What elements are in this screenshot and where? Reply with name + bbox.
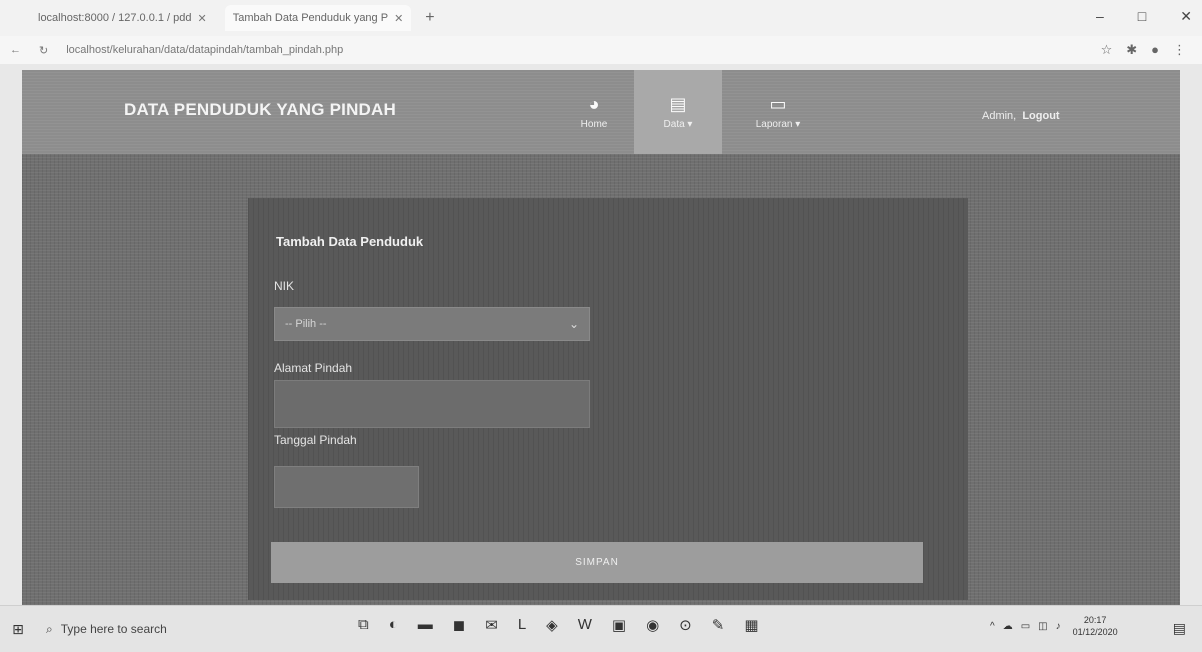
battery-icon[interactable]: ▭ bbox=[1021, 621, 1030, 632]
laptop-icon: ▭ bbox=[769, 93, 787, 114]
taskbar: ⊞ ⌕ Type here to search ⧉ ◐ ▬ ◼ ✉ L ◈ W … bbox=[0, 605, 1202, 652]
nav-home[interactable]: ◕ Home bbox=[550, 70, 638, 154]
windows-start-icon[interactable]: ⊞ bbox=[0, 621, 36, 638]
paint-icon[interactable]: ✎ bbox=[712, 616, 725, 634]
clock-date: 01/12/2020 bbox=[1072, 627, 1118, 637]
tanggal-pindah-label: Tanggal Pindah bbox=[274, 433, 357, 447]
close-tab-icon[interactable]: ✕ bbox=[394, 12, 403, 25]
address-bar-actions: ☆ ✱ ● ⋮ bbox=[1101, 42, 1186, 58]
media-icon[interactable]: ⊙ bbox=[679, 616, 692, 634]
store-icon[interactable]: ◼ bbox=[453, 616, 465, 634]
extension-icon[interactable]: ✱ bbox=[1126, 42, 1137, 58]
cloud-icon[interactable]: ☁ bbox=[1003, 621, 1013, 632]
shield-app-icon[interactable]: ◈ bbox=[546, 616, 558, 634]
profile-icon[interactable]: ● bbox=[1151, 42, 1159, 58]
maximize-button[interactable]: □ bbox=[1138, 8, 1146, 25]
logout-link[interactable]: Logout bbox=[1022, 110, 1059, 122]
image-app-icon[interactable]: ▣ bbox=[612, 616, 626, 634]
address-bar: ← ↻ localhost/kelurahan/data/datapindah/… bbox=[0, 36, 1202, 64]
task-view-icon[interactable]: ⧉ bbox=[358, 616, 369, 634]
nav-home-label: Home bbox=[580, 118, 608, 130]
reload-icon[interactable]: ↻ bbox=[39, 44, 48, 57]
browser-tab-phpmyadmin[interactable]: localhost:8000 / 127.0.0.1 / pdd ✕ bbox=[30, 5, 215, 31]
nav-laporan[interactable]: ▭ Laporan ▾ bbox=[728, 70, 828, 154]
alamat-pindah-label: Alamat Pindah bbox=[274, 361, 353, 375]
word-icon[interactable]: W bbox=[578, 616, 592, 634]
user-name: Admin, bbox=[982, 110, 1017, 122]
form-title: Tambah Data Penduduk bbox=[276, 234, 424, 249]
nik-select[interactable]: -- Pilih -- ⌄ bbox=[274, 307, 590, 341]
nav-data-label: Data ▾ bbox=[663, 118, 693, 130]
show-hidden-icon[interactable]: ^ bbox=[990, 621, 995, 632]
star-icon[interactable]: ☆ bbox=[1101, 42, 1113, 58]
taskbar-search[interactable]: ⌕ Type here to search bbox=[36, 611, 336, 647]
simpan-button[interactable]: SIMPAN bbox=[271, 542, 923, 583]
new-tab-button[interactable]: + bbox=[425, 9, 434, 27]
browser-tab-active[interactable]: Tambah Data Penduduk yang P ✕ bbox=[224, 5, 412, 31]
page-content: DATA PENDUDUK YANG PINDAH ◕ Home ▤ Data … bbox=[22, 70, 1180, 605]
system-tray: ^ ☁ ▭ ◫ ♪ 20:17 01/12/2020 bbox=[990, 614, 1118, 638]
photos-icon[interactable]: ▦ bbox=[744, 616, 758, 634]
tab-title: Tambah Data Penduduk yang P bbox=[232, 12, 389, 24]
l-app-icon[interactable]: L bbox=[518, 616, 526, 634]
nik-label: NIK bbox=[274, 279, 295, 293]
minimize-button[interactable]: – bbox=[1096, 8, 1104, 25]
top-navbar: DATA PENDUDUK YANG PINDAH ◕ Home ▤ Data … bbox=[22, 70, 1180, 154]
back-icon[interactable]: ← bbox=[10, 44, 21, 56]
tanggal-pindah-input[interactable] bbox=[274, 466, 419, 508]
alamat-pindah-input[interactable] bbox=[274, 380, 590, 428]
form-card: Tambah Data Penduduk NIK -- Pilih -- ⌄ A… bbox=[248, 198, 968, 600]
menu-icon[interactable]: ⋮ bbox=[1173, 42, 1186, 58]
edge-icon[interactable]: ◐ bbox=[389, 616, 398, 634]
chrome-icon[interactable]: ◉ bbox=[646, 616, 659, 634]
brand-title: DATA PENDUDUK YANG PINDAH bbox=[124, 100, 396, 119]
tab-title: localhost:8000 / 127.0.0.1 / pdd bbox=[38, 12, 192, 24]
file-icon: ▤ bbox=[669, 93, 687, 114]
taskbar-apps: ⧉ ◐ ▬ ◼ ✉ L ◈ W ▣ ◉ ⊙ ✎ ▦ bbox=[358, 616, 759, 634]
dashboard-icon: ◕ bbox=[588, 93, 600, 114]
nav-data[interactable]: ▤ Data ▾ bbox=[634, 70, 722, 154]
close-window-button[interactable]: ✕ bbox=[1180, 8, 1192, 25]
chevron-down-icon: ⌄ bbox=[568, 317, 579, 331]
notification-icon[interactable]: ▤ bbox=[1173, 620, 1186, 637]
search-icon: ⌕ bbox=[46, 621, 53, 636]
network-icon[interactable]: ◫ bbox=[1038, 621, 1047, 632]
nik-select-value: -- Pilih -- bbox=[285, 318, 327, 330]
user-info: Admin, Logout bbox=[982, 110, 1060, 122]
browser-tab-strip: localhost:8000 / 127.0.0.1 / pdd ✕ Tamba… bbox=[0, 0, 1202, 36]
mail-icon[interactable]: ✉ bbox=[485, 616, 498, 634]
clock-time: 20:17 bbox=[1083, 615, 1107, 625]
volume-icon[interactable]: ♪ bbox=[1056, 621, 1061, 632]
taskbar-search-placeholder: Type here to search bbox=[60, 622, 167, 636]
nav-laporan-label: Laporan ▾ bbox=[755, 118, 801, 130]
file-explorer-icon[interactable]: ▬ bbox=[418, 616, 433, 634]
close-tab-icon[interactable]: ✕ bbox=[198, 12, 207, 25]
clock[interactable]: 20:17 01/12/2020 bbox=[1073, 614, 1118, 638]
url-field[interactable]: localhost/kelurahan/data/datapindah/tamb… bbox=[66, 44, 343, 56]
window-controls: – □ ✕ bbox=[1096, 8, 1192, 25]
